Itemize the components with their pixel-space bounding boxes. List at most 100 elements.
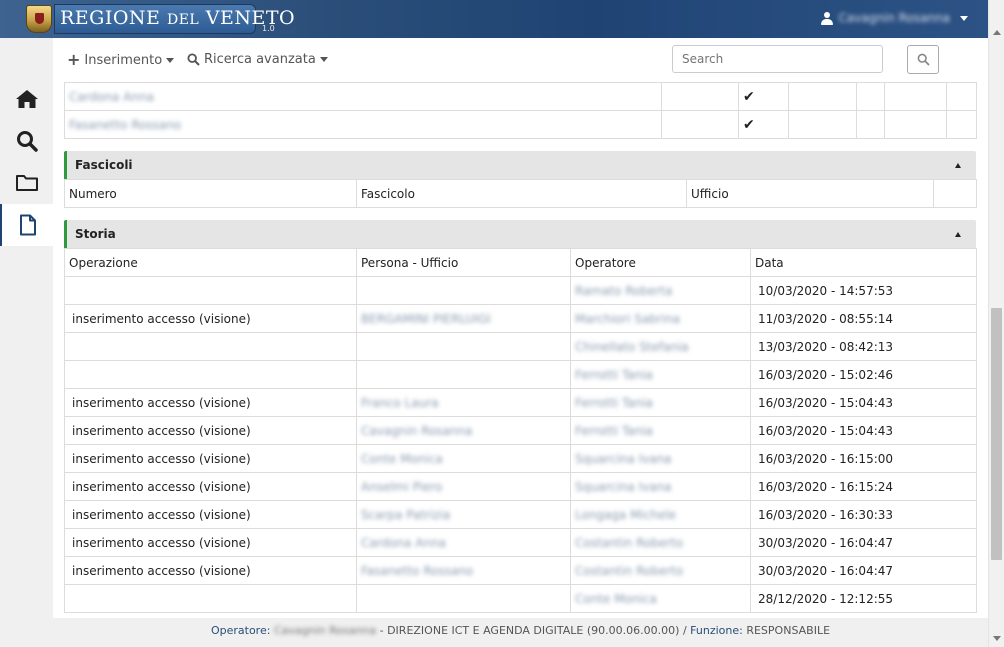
column-header: Ufficio <box>686 179 934 208</box>
chevron-down-icon <box>960 15 968 21</box>
plus-icon: + <box>67 50 81 69</box>
chevron-down-icon <box>166 57 175 63</box>
operation-cell <box>64 276 357 305</box>
sidebar-item-search[interactable] <box>0 120 53 162</box>
table-row: Fasanetto Rossano ✔ <box>64 110 977 139</box>
storia-section-header[interactable]: Storia <box>64 220 976 248</box>
user-icon <box>820 11 833 25</box>
toolbar: + Inserimento Ricerca avanzata <box>53 38 988 82</box>
date-cell: 11/03/2020 - 08:55:14 <box>750 304 977 333</box>
fascicoli-section-header[interactable]: Fascicoli <box>64 151 976 179</box>
table-row: inserimento accesso (visione) Conte Monic… <box>64 444 977 473</box>
persona-cell: Cavagnin Rosanna <box>356 416 571 445</box>
column-header: Fascicolo <box>356 179 687 208</box>
column-header: Operazione <box>64 248 357 277</box>
date-cell: 16/03/2020 - 15:02:46 <box>750 360 977 389</box>
table-row: inserimento accesso (visione) Franco Laur… <box>64 388 977 417</box>
persona-cell <box>356 332 571 361</box>
funzione-value: RESPONSABILE <box>746 624 831 637</box>
operation-cell: inserimento accesso (visione) <box>64 528 357 557</box>
table-row: Conte Monica 28/12/2020 - 12:12:55 <box>64 584 977 613</box>
operatore-cell: Costantin Roberto <box>570 556 751 585</box>
search-icon <box>187 53 200 66</box>
table-row: Ferrotti Tania 16/03/2020 - 15:02:46 <box>64 360 977 389</box>
funzione-label: Funzione: <box>690 624 743 637</box>
operatore-cell: Ferrotti Tania <box>570 388 751 417</box>
page-scrollbar[interactable] <box>988 0 1004 647</box>
table-row: Cardona Anna ✔ <box>64 82 977 111</box>
sidebar-item-document[interactable] <box>0 204 53 246</box>
app-version: 1.0 <box>262 24 275 33</box>
user-name: Cavagnin Rosanna <box>838 11 950 25</box>
operation-cell <box>64 584 357 613</box>
column-header: Persona - Ufficio <box>356 248 571 277</box>
persona-cell: Franco Laura <box>356 388 571 417</box>
operatore-name: Cavagnin Rosanna <box>273 624 377 637</box>
persona-cell: Conte Monica <box>356 444 571 473</box>
search-icon <box>16 131 38 152</box>
department: - DIREZIONE ICT E AGENDA DIGITALE (90.00… <box>379 624 680 637</box>
persona-cell <box>356 360 571 389</box>
date-cell: 28/12/2020 - 12:12:55 <box>750 584 977 613</box>
scroll-thumb[interactable] <box>991 308 1002 560</box>
operatore-cell: Longaga Michele <box>570 500 751 529</box>
persona-cell: Fasanetto Rossano <box>356 556 571 585</box>
insert-button[interactable]: + Inserimento <box>67 50 175 69</box>
date-cell: 16/03/2020 - 16:30:33 <box>750 500 977 529</box>
sidebar-item-folder[interactable] <box>0 162 53 204</box>
chevron-down-icon <box>319 57 328 62</box>
home-icon <box>15 90 38 108</box>
content-area: Cardona Anna ✔ Fasanetto Rossano ✔ Fasci… <box>64 82 977 613</box>
document-icon <box>19 214 36 236</box>
date-cell: 30/03/2020 - 16:04:47 <box>750 556 977 585</box>
operatore-cell: Squarcina Ivana <box>570 444 751 473</box>
table-row: inserimento accesso (visione) Fasanetto R… <box>64 556 977 585</box>
logo-text[interactable]: REGIONE DEL VENETO <box>60 7 295 29</box>
main-panel: + Inserimento Ricerca avanzata Search Ca… <box>53 38 988 618</box>
operatore-cell: Ferrotti Tania <box>570 416 751 445</box>
person-name: Fasanetto Rossano <box>64 110 662 139</box>
operation-cell: inserimento accesso (visione) <box>64 444 357 473</box>
collapse-arrow-icon[interactable] <box>955 231 961 237</box>
table-row: inserimento accesso (visione) BERGAMINI P… <box>64 304 977 333</box>
operation-cell: inserimento accesso (visione) <box>64 416 357 445</box>
persona-cell: BERGAMINI PIERLUIGI <box>356 304 571 333</box>
operation-cell: inserimento accesso (visione) <box>64 500 357 529</box>
table-header-row: Operazione Persona - Ufficio Operatore D… <box>64 248 977 277</box>
fascicoli-table: Numero Fascicolo Ufficio <box>64 179 977 208</box>
search-button[interactable] <box>907 45 939 74</box>
sidebar-item-home[interactable] <box>0 78 53 120</box>
date-cell: 30/03/2020 - 16:04:47 <box>750 528 977 557</box>
operatore-cell: Ramato Roberta <box>570 276 751 305</box>
collapse-arrow-icon[interactable] <box>955 162 961 168</box>
search-icon <box>917 53 930 66</box>
operatore-cell: Chinellato Stefania <box>570 332 751 361</box>
date-cell: 16/03/2020 - 16:15:00 <box>750 444 977 473</box>
table-row: Chinellato Stefania 13/03/2020 - 08:42:13 <box>64 332 977 361</box>
column-header: Data <box>750 248 977 277</box>
scroll-down-arrow-icon[interactable] <box>993 636 1001 641</box>
date-cell: 13/03/2020 - 08:42:13 <box>750 332 977 361</box>
date-cell: 16/03/2020 - 16:15:24 <box>750 472 977 501</box>
folder-icon <box>15 175 38 191</box>
storia-table-body: Ramato Roberta 10/03/2020 - 14:57:53 inser… <box>64 276 977 613</box>
operatore-cell: Squarcina Ivana <box>570 472 751 501</box>
date-cell: 16/03/2020 - 15:04:43 <box>750 388 977 417</box>
persona-cell: Scarpa Patrizia <box>356 500 571 529</box>
persona-cell: Cardona Anna <box>356 528 571 557</box>
operatore-cell: Costantin Roberto <box>570 528 751 557</box>
table-row: inserimento accesso (visione) Cavagnin Ro… <box>64 416 977 445</box>
operation-cell: inserimento accesso (visione) <box>64 556 357 585</box>
advanced-search-button[interactable]: Ricerca avanzata <box>187 52 328 67</box>
table-row: inserimento accesso (visione) Cardona Ann… <box>64 528 977 557</box>
operatore-cell: Ferrotti Tania <box>570 360 751 389</box>
operation-cell <box>64 360 357 389</box>
scroll-up-arrow-icon[interactable] <box>993 30 1001 35</box>
operation-cell: inserimento accesso (visione) <box>64 472 357 501</box>
table-row: inserimento accesso (visione) Anselmi Pie… <box>64 472 977 501</box>
search-input[interactable] <box>672 45 883 73</box>
check-icon: ✔ <box>738 110 789 139</box>
storia-table: Operazione Persona - Ufficio Operatore D… <box>64 248 977 613</box>
user-menu[interactable]: Cavagnin Rosanna <box>820 11 968 25</box>
person-name: Cardona Anna <box>64 82 662 111</box>
